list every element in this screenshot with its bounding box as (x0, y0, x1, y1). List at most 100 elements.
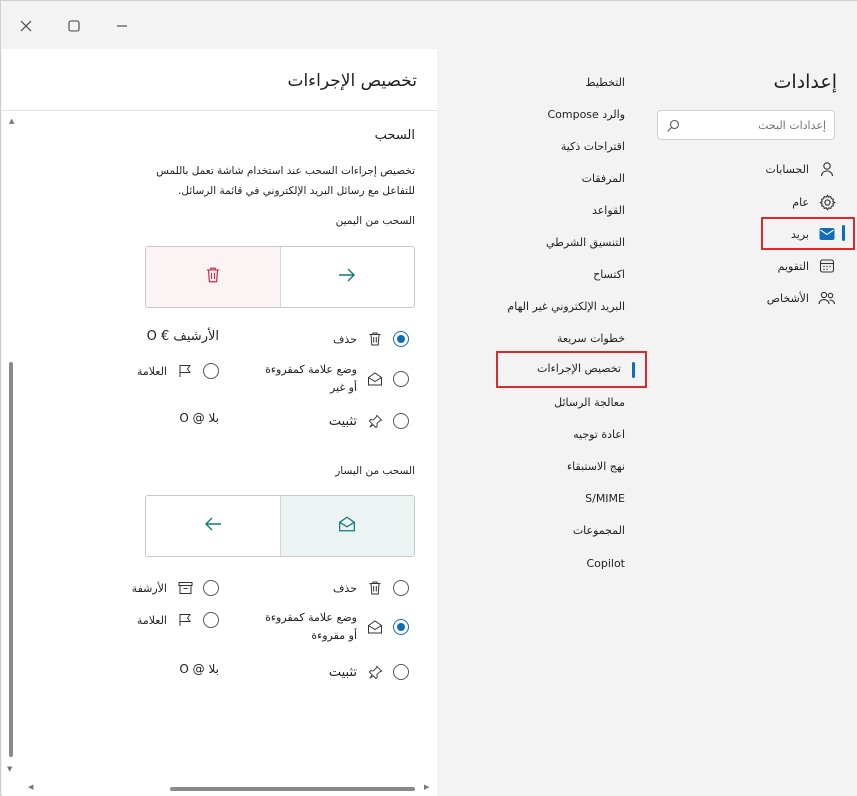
section-title: السحب (374, 128, 415, 143)
calendar-icon (817, 256, 837, 276)
left-swipe-option-pin[interactable]: تثبيت (329, 662, 409, 682)
archive-icon (175, 578, 195, 598)
left-swipe-preview (145, 495, 415, 557)
subnav-retention-policies[interactable]: نهج الاستبقاء (567, 460, 625, 473)
option-label: وضع علامة كمقروءة أو غير (265, 363, 357, 394)
mail-open-icon (365, 617, 385, 637)
radio-button[interactable] (393, 619, 409, 635)
subnav-quick-steps[interactable]: خطوات سريعة (557, 332, 625, 345)
left-swipe-option-archive[interactable]: الأرشفة (132, 578, 219, 598)
subnav-highlight-box (496, 351, 647, 388)
right-swipe-option-delete[interactable]: حذف (333, 329, 409, 349)
scroll-up-arrow[interactable]: ▲ (9, 117, 14, 125)
option-label: تثبيت (328, 413, 357, 429)
page-title: تخصيص الإجراءات (287, 71, 417, 91)
nav-item-people[interactable]: الأشخاص (637, 283, 837, 313)
close-icon (20, 17, 32, 36)
mail-open-icon (365, 369, 385, 389)
trash-icon (365, 578, 385, 598)
settings-nav: إعدادات الحسابات عام بريد (637, 49, 857, 796)
section-description: تخصيص إجراءات السحب عند استخدام شاشة تعم… (156, 165, 415, 197)
flag-icon (175, 610, 195, 630)
nav-item-label: التقويم (777, 259, 809, 273)
left-swipe-direction (146, 496, 280, 556)
trash-icon (204, 266, 222, 288)
subnav-layout[interactable]: التخطيط (585, 76, 625, 89)
title-bar (1, 1, 857, 49)
minimize-button[interactable] (109, 13, 135, 39)
option-label: حذف (333, 332, 357, 346)
option-label: O @ بلا (179, 662, 219, 676)
subnav-rules[interactable]: القواعد (592, 204, 625, 217)
customize-actions-panel: تخصيص الإجراءات ▲ ▼ السحب تخصيص إجراءات … (2, 49, 437, 796)
left-swipe-option-delete[interactable]: حذف (333, 578, 409, 598)
right-swipe-option-none[interactable]: O @ بلا (179, 411, 219, 425)
settings-search-box[interactable] (657, 110, 835, 140)
subnav-sweep[interactable]: اكتساح (593, 268, 625, 281)
scroll-left-arrow[interactable]: ◀ (28, 783, 33, 791)
maximize-button[interactable] (61, 13, 87, 39)
pin-icon (365, 411, 385, 431)
subnav-attachments[interactable]: المرفقات (582, 172, 625, 185)
settings-window: إعدادات الحسابات عام بريد (0, 0, 857, 796)
subnav-groups[interactable]: المجموعات (573, 524, 625, 537)
nav-item-label: عام (792, 195, 809, 209)
nav-item-accounts[interactable]: الحسابات (637, 154, 837, 184)
vertical-scrollbar[interactable] (9, 362, 13, 757)
mail-subnav: التخطيط Compose والرد اقتراحات ذكية المر… (437, 49, 647, 796)
right-swipe-option-mark-read[interactable]: وضع علامة كمقروءة أو غير (239, 361, 409, 397)
radio-button[interactable] (203, 612, 219, 628)
nav-highlight-box (761, 217, 855, 250)
option-label: العلامة (136, 364, 167, 378)
nav-item-general[interactable]: عام (637, 187, 837, 217)
nav-item-label: الحسابات (765, 162, 809, 176)
arrow-left-icon (204, 516, 222, 536)
people-icon (817, 288, 837, 308)
subnav-compose-reply[interactable]: Compose والرد (547, 108, 625, 121)
left-swipe-label: السحب من اليسار (335, 465, 415, 477)
arrow-right-icon (338, 267, 356, 287)
flag-icon (175, 361, 195, 381)
subnav-conditional-formatting[interactable]: التنسيق الشرطي (546, 236, 625, 249)
right-swipe-direction (279, 247, 414, 307)
radio-button[interactable] (203, 363, 219, 379)
scroll-right-arrow[interactable]: ▶ (424, 783, 429, 791)
subnav-message-handling[interactable]: معالجة الرسائل (554, 396, 625, 409)
left-swipe-option-flag[interactable]: العلامة (137, 610, 219, 630)
radio-button[interactable] (393, 664, 409, 680)
nav-item-calendar[interactable]: التقويم (637, 251, 837, 281)
settings-title: إعدادات (773, 71, 838, 93)
subnav-forwarding[interactable]: اعادة توجيه (573, 428, 625, 441)
subnav-smart-suggestions[interactable]: اقتراحات ذكية (561, 140, 625, 153)
subnav-smime[interactable]: S/MIME (585, 492, 625, 505)
left-swipe-option-none[interactable]: O @ بلا (179, 662, 219, 676)
left-swipe-action-preview (279, 496, 414, 556)
right-swipe-preview (145, 246, 415, 308)
option-label: الأرشفة (131, 581, 167, 595)
radio-button[interactable] (393, 371, 409, 387)
radio-button[interactable] (393, 413, 409, 429)
search-icon (666, 118, 680, 137)
subnav-copilot[interactable]: Copilot (586, 557, 625, 570)
right-swipe-option-flag[interactable]: العلامة (137, 361, 219, 381)
right-swipe-option-pin[interactable]: تثبيت (329, 411, 409, 431)
radio-button[interactable] (393, 580, 409, 596)
option-label: تثبيت (328, 664, 357, 680)
option-label: العلامة (136, 613, 167, 627)
nav-item-label: الأشخاص (766, 291, 809, 305)
content-header: تخصيص الإجراءات (2, 49, 437, 111)
minimize-icon (116, 17, 128, 36)
maximize-icon (68, 17, 80, 36)
scroll-down-arrow[interactable]: ▼ (7, 765, 12, 773)
close-button[interactable] (13, 13, 39, 39)
mail-open-icon (338, 515, 356, 537)
right-swipe-option-archive[interactable]: O € الأرشيف (147, 329, 219, 344)
horizontal-scrollbar[interactable] (170, 787, 415, 791)
radio-button[interactable] (393, 331, 409, 347)
subnav-junk-email[interactable]: البريد الإلكتروني غير الهام (507, 300, 625, 313)
settings-search-input[interactable] (686, 115, 826, 135)
radio-button[interactable] (203, 580, 219, 596)
option-label: O @ بلا (179, 411, 219, 425)
left-swipe-option-mark-read[interactable]: وضع علامة كمقروءة أو مقروءة (239, 609, 409, 645)
option-label: O € الأرشيف (146, 329, 219, 344)
